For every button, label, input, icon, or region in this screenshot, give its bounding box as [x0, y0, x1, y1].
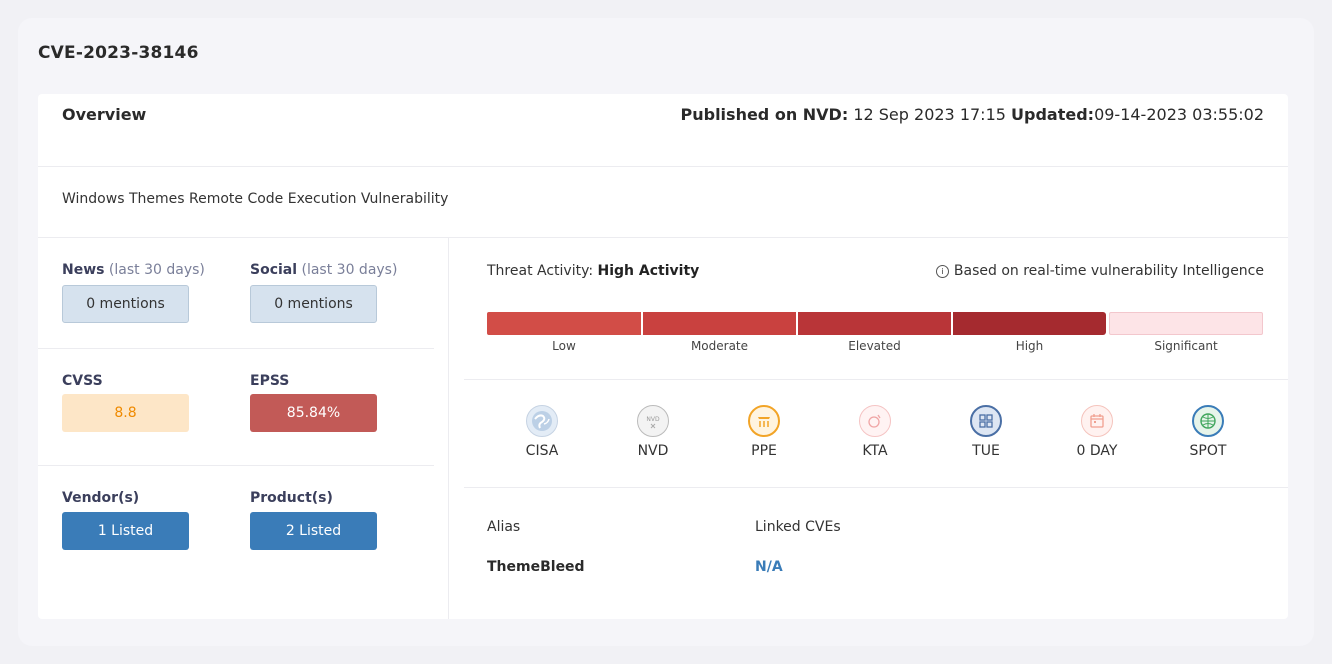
- description-row: Windows Themes Remote Code Execution Vul…: [38, 166, 1288, 238]
- source-ppe[interactable]: PPE: [729, 405, 799, 459]
- source-nvd-label: NVD: [637, 443, 669, 459]
- mentions-section: News (last 30 days) 0 mentions Social (l…: [38, 237, 434, 349]
- tue-grid-icon: [970, 405, 1002, 437]
- cve-card: Overview Published on NVD: 12 Sep 2023 1…: [38, 94, 1288, 619]
- vendor-product-section: Vendor(s) 1 Listed Product(s) 2 Listed: [38, 465, 434, 619]
- source-cisa[interactable]: CISA: [507, 405, 577, 459]
- source-kta[interactable]: KTA: [840, 405, 910, 459]
- source-cisa-label: CISA: [525, 443, 559, 459]
- published-label: Published on NVD:: [680, 105, 849, 124]
- source-tue[interactable]: TUE: [951, 405, 1021, 459]
- source-spot-label: SPOT: [1189, 443, 1227, 459]
- vendor-listed-button[interactable]: 1 Listed: [62, 512, 189, 550]
- threat-level-high: High: [1015, 339, 1044, 353]
- svg-text:NVD: NVD: [646, 416, 660, 423]
- published-value: 12 Sep 2023 17:15: [848, 105, 1012, 124]
- alias-label: Alias: [487, 519, 521, 535]
- intel-note: i Based on real-time vulnerability Intell…: [935, 263, 1264, 279]
- ppe-icon: [748, 405, 780, 437]
- overview-header: Overview Published on NVD: 12 Sep 2023 1…: [38, 94, 1288, 167]
- epss-score-badge[interactable]: 85.84%: [250, 394, 377, 432]
- threat-bar-significant: [1109, 312, 1263, 335]
- source-ppe-label: PPE: [751, 443, 777, 459]
- source-spot[interactable]: SPOT: [1173, 405, 1243, 459]
- updated-label: Updated:: [1011, 105, 1095, 124]
- zero-day-calendar-icon: [1081, 405, 1113, 437]
- threat-activity-section: Threat Activity: High Activity i Based on…: [464, 237, 1288, 380]
- threat-level-moderate: Moderate: [690, 339, 749, 353]
- news-mentions-button[interactable]: 0 mentions: [62, 285, 189, 323]
- updated-value: 09-14-2023 03:55:02: [1094, 105, 1264, 124]
- threat-level-significant: Significant: [1154, 339, 1218, 353]
- linked-cves-label: Linked CVEs: [755, 519, 841, 535]
- linked-cves-value[interactable]: N/A: [755, 559, 783, 575]
- cve-description: Windows Themes Remote Code Execution Vul…: [62, 191, 449, 207]
- threat-activity-value: High Activity: [597, 263, 700, 279]
- left-panel: News (last 30 days) 0 mentions Social (l…: [38, 237, 449, 619]
- right-panel: Threat Activity: High Activity i Based on…: [464, 237, 1288, 619]
- threat-bar-elevated: [798, 312, 951, 335]
- source-nvd[interactable]: NVD NVD: [618, 405, 688, 459]
- threat-level-low: Low: [552, 339, 576, 353]
- alias-section: Alias ThemeBleed Linked CVEs N/A: [464, 487, 1288, 619]
- news-label: News (last 30 days): [62, 262, 205, 278]
- threat-bar-high: [953, 312, 1106, 335]
- source-tue-label: TUE: [972, 443, 1000, 459]
- cve-panel: CVE-2023-38146 Overview Published on NVD…: [18, 18, 1314, 646]
- epss-label: EPSS: [250, 373, 290, 389]
- product-listed-button[interactable]: 2 Listed: [250, 512, 377, 550]
- cvss-label: CVSS: [62, 373, 103, 389]
- nvd-icon: NVD: [637, 405, 669, 437]
- threat-bar-low: [487, 312, 641, 335]
- cve-id-title: CVE-2023-38146: [38, 43, 199, 63]
- threat-activity-label: Threat Activity: High Activity: [487, 263, 700, 279]
- kta-icon: [859, 405, 891, 437]
- intel-note-text: Based on real-time vulnerability Intelli…: [953, 263, 1264, 279]
- source-kta-label: KTA: [862, 443, 888, 459]
- source-zero-day-label: 0 DAY: [1076, 443, 1118, 459]
- spot-globe-icon: [1192, 405, 1224, 437]
- alias-value: ThemeBleed: [487, 559, 585, 575]
- info-icon: i: [935, 265, 949, 278]
- sources-section: CISA NVD NVD PPE KTA TUE 0 DAY SPOT: [464, 379, 1288, 488]
- social-label: Social (last 30 days): [250, 262, 398, 278]
- scores-section: CVSS 8.8 EPSS 85.84%: [38, 348, 434, 466]
- cisa-globe-icon: [526, 405, 558, 437]
- threat-bar-moderate: [643, 312, 796, 335]
- threat-level-elevated: Elevated: [848, 339, 901, 353]
- cvss-score-badge[interactable]: 8.8: [62, 394, 189, 432]
- vendor-label: Vendor(s): [62, 490, 140, 506]
- publish-info: Published on NVD: 12 Sep 2023 17:15 Upda…: [681, 105, 1265, 124]
- overview-title: Overview: [62, 105, 147, 124]
- source-zero-day[interactable]: 0 DAY: [1062, 405, 1132, 459]
- social-mentions-button[interactable]: 0 mentions: [250, 285, 377, 323]
- product-label: Product(s): [250, 490, 333, 506]
